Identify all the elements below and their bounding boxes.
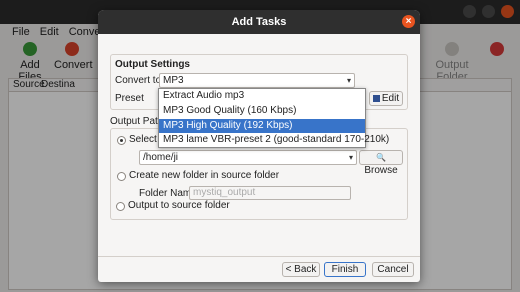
output-path-title: Output Path [110, 116, 164, 127]
create-new-folder-label: Create new folder in source folder [129, 170, 280, 181]
output-to-source-label: Output to source folder [128, 200, 230, 211]
dialog-title: Add Tasks [231, 16, 287, 28]
select-folder-radio[interactable] [117, 136, 126, 145]
cancel-button[interactable]: Cancel [372, 262, 414, 277]
edit-button-label: Edit [381, 93, 400, 104]
folder-path-select[interactable]: /home/ji ▾ [139, 150, 357, 165]
folder-name-placeholder: mystiq_output [193, 187, 256, 198]
preset-option[interactable]: MP3 Good Quality (160 Kbps) [159, 104, 365, 119]
output-settings-title: Output Settings [115, 59, 190, 70]
preset-option-selected[interactable]: MP3 High Quality (192 Kbps) [159, 118, 365, 134]
output-to-source-radio[interactable] [116, 202, 125, 211]
convert-to-select[interactable]: MP3 ▾ [159, 73, 355, 88]
chevron-down-icon: ▾ [348, 153, 353, 162]
preset-option[interactable]: MP3 lame VBR-preset 2 (good-standard 170… [159, 133, 389, 148]
footer-divider [98, 256, 420, 257]
preset-dropdown-list: Extract Audio mp3 MP3 Good Quality (160 … [158, 88, 389, 148]
convert-to-value: MP3 [163, 75, 184, 86]
dialog-titlebar: Add Tasks × [98, 10, 420, 34]
close-icon: × [405, 16, 412, 27]
folder-name-input[interactable]: mystiq_output [189, 186, 351, 200]
back-button[interactable]: < Back [282, 262, 320, 277]
browse-button-label: Browse [364, 165, 398, 176]
cancel-button-label: Cancel [377, 264, 409, 275]
convert-to-label: Convert to [115, 75, 162, 86]
finish-button[interactable]: Finish [324, 262, 366, 277]
back-button-label: < Back [285, 264, 317, 275]
finish-button-label: Finish [331, 264, 359, 275]
search-icon: 🔍 [376, 153, 386, 162]
create-new-folder-radio[interactable] [117, 172, 126, 181]
preset-label: Preset [115, 93, 144, 104]
edit-icon [372, 95, 380, 102]
browse-button[interactable]: 🔍 Browse [359, 150, 403, 176]
chevron-down-icon: ▾ [346, 76, 351, 85]
preset-option[interactable]: Extract Audio mp3 [159, 89, 365, 104]
dialog-close-button[interactable]: × [402, 15, 415, 28]
edit-preset-button[interactable]: Edit [369, 91, 403, 106]
folder-path-value: /home/ji [143, 152, 179, 163]
